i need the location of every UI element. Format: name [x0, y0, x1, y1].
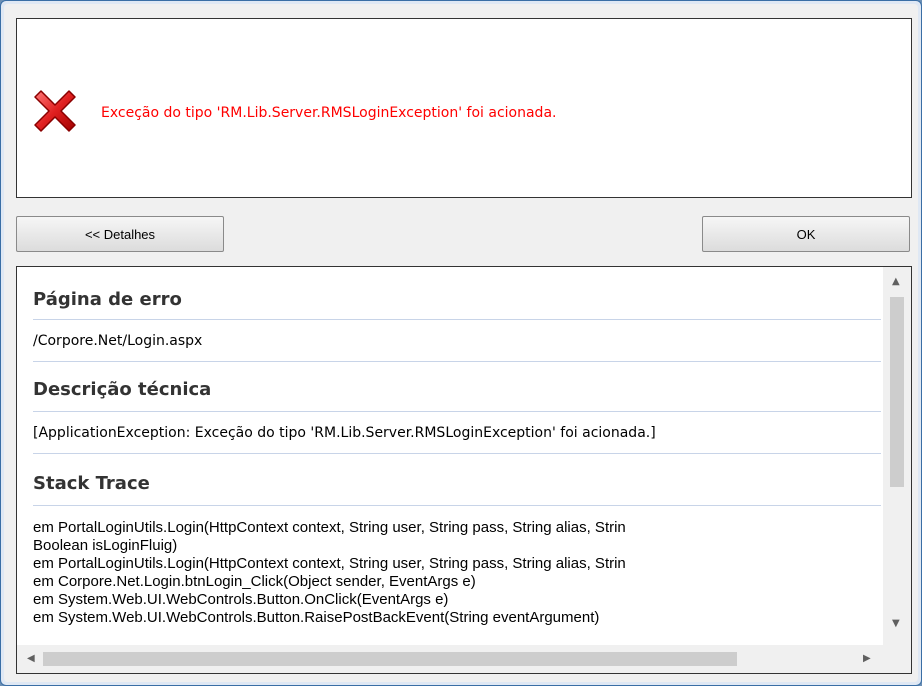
error-dialog: Exceção do tipo 'RM.Lib.Server.RMSLoginE…: [0, 0, 922, 686]
error-page-heading: Página de erro: [33, 289, 182, 310]
details-panel: Página de erro /Corpore.Net/Login.aspx D…: [16, 266, 912, 674]
dialog-body: Exceção do tipo 'RM.Lib.Server.RMSLoginE…: [4, 4, 918, 682]
scroll-left-arrow-icon[interactable]: ◀: [27, 654, 35, 664]
divider: [33, 319, 881, 320]
stack-trace: em PortalLoginUtils.Login(HttpContext co…: [33, 519, 883, 627]
horizontal-scroll-thumb[interactable]: [43, 652, 737, 666]
details-button[interactable]: << Detalhes: [16, 216, 224, 252]
ok-button[interactable]: OK: [702, 216, 910, 252]
vertical-scrollbar[interactable]: ▲ ▼: [883, 267, 911, 645]
divider: [33, 505, 881, 506]
scroll-right-arrow-icon[interactable]: ▶: [863, 654, 871, 664]
tech-description-value: [ApplicationException: Exceção do tipo '…: [33, 425, 656, 441]
tech-description-heading: Descrição técnica: [33, 379, 212, 400]
divider: [33, 453, 881, 454]
error-message: Exceção do tipo 'RM.Lib.Server.RMSLoginE…: [101, 105, 557, 121]
trace-line: em PortalLoginUtils.Login(HttpContext co…: [33, 519, 626, 536]
vertical-scroll-thumb[interactable]: [890, 297, 904, 487]
horizontal-scrollbar[interactable]: ◀ ▶: [17, 645, 883, 673]
scroll-up-arrow-icon[interactable]: ▲: [892, 277, 900, 287]
divider: [33, 361, 881, 362]
divider: [33, 411, 881, 412]
trace-line: em PortalLoginUtils.Login(HttpContext co…: [33, 555, 626, 572]
message-panel: Exceção do tipo 'RM.Lib.Server.RMSLoginE…: [16, 18, 912, 198]
trace-line: em System.Web.UI.WebControls.Button.OnCl…: [33, 591, 449, 608]
trace-line: em System.Web.UI.WebControls.Button.Rais…: [33, 609, 600, 626]
scroll-down-arrow-icon[interactable]: ▼: [892, 619, 900, 629]
scrollbar-corner: [883, 645, 911, 673]
error-x-icon: [34, 90, 76, 132]
error-page-value: /Corpore.Net/Login.aspx: [33, 333, 203, 349]
details-content: Página de erro /Corpore.Net/Login.aspx D…: [17, 267, 883, 645]
trace-line: Boolean isLoginFluig): [33, 537, 178, 554]
stack-trace-heading: Stack Trace: [33, 473, 150, 494]
trace-line: em Corpore.Net.Login.btnLogin_Click(Obje…: [33, 573, 476, 590]
